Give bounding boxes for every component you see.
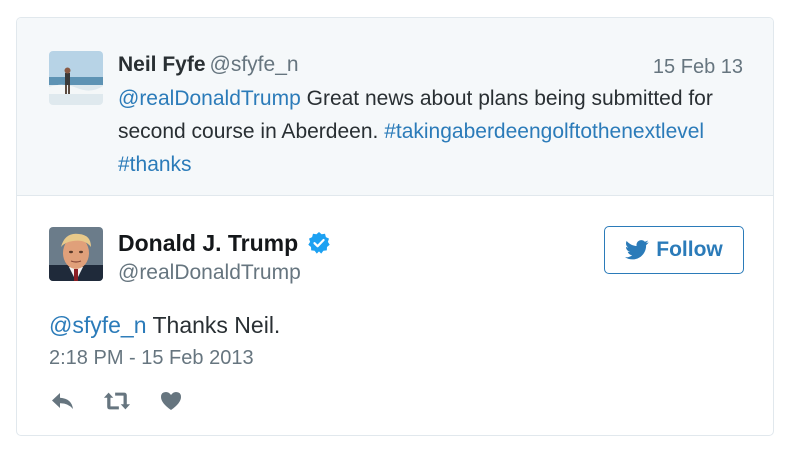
follow-button[interactable]: Follow bbox=[604, 226, 744, 274]
quoted-tweet-text: @realDonaldTrump Great news about plans … bbox=[118, 82, 738, 181]
verified-badge-icon bbox=[307, 231, 331, 255]
reply-icon[interactable] bbox=[49, 388, 77, 414]
twitter-bird-icon bbox=[625, 240, 649, 260]
quoted-tweet[interactable]: Neil Fyfe @sfyfe_n 15 Feb 13 @realDonaldT… bbox=[17, 18, 773, 196]
tweet-actions bbox=[49, 388, 211, 414]
main-author-name[interactable]: Donald J. Trump bbox=[118, 228, 298, 258]
main-author-handle[interactable]: @realDonaldTrump bbox=[118, 259, 301, 287]
main-tweet-body: Thanks Neil. bbox=[146, 312, 281, 338]
mention-link[interactable]: @sfyfe_n bbox=[49, 312, 147, 338]
avatar-neil-fyfe[interactable] bbox=[49, 51, 103, 105]
avatar-donald-trump[interactable] bbox=[49, 227, 103, 281]
retweet-icon[interactable] bbox=[103, 388, 131, 414]
main-tweet-text: @sfyfe_n Thanks Neil. bbox=[49, 310, 280, 340]
quoted-author-handle[interactable]: @sfyfe_n bbox=[210, 53, 299, 76]
quoted-tweet-header: Neil Fyfe @sfyfe_n bbox=[118, 51, 299, 79]
quoted-author-name[interactable]: Neil Fyfe bbox=[118, 53, 206, 76]
main-author-name-row: Donald J. Trump bbox=[118, 228, 331, 258]
mention-link[interactable]: @realDonaldTrump bbox=[118, 87, 301, 110]
hashtag-link[interactable]: #thanks bbox=[118, 153, 192, 176]
tweet-timestamp[interactable]: 2:18 PM - 15 Feb 2013 bbox=[49, 345, 254, 371]
tweet-embed-card: Neil Fyfe @sfyfe_n 15 Feb 13 @realDonaldT… bbox=[16, 17, 774, 436]
heart-icon[interactable] bbox=[157, 388, 185, 414]
quoted-tweet-date[interactable]: 15 Feb 13 bbox=[653, 54, 743, 80]
hashtag-link[interactable]: #takingaberdeengolftothenextlevel bbox=[384, 120, 704, 143]
follow-label: Follow bbox=[656, 238, 723, 261]
